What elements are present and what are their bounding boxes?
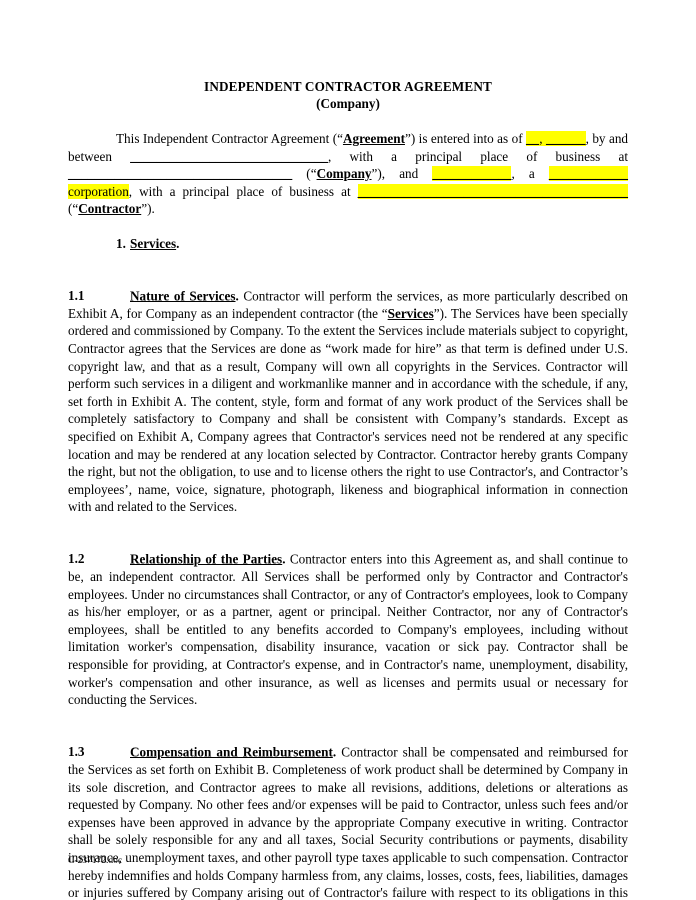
subsection-1-3: 1.3 Compensation and Reimbursement. Contr… bbox=[68, 726, 628, 900]
preamble-text-7: ”), and bbox=[371, 166, 433, 182]
defined-term-contractor: Contractor bbox=[78, 201, 142, 217]
document-page: INDEPENDENT CONTRACTOR AGREEMENT (Compan… bbox=[0, 0, 696, 900]
preamble-paragraph: This Independent Contractor Agreement (“… bbox=[68, 130, 628, 218]
defined-term-agreement: Agreement bbox=[342, 131, 405, 146]
subsection-number-label: 1.2 bbox=[68, 551, 85, 567]
preamble-text-12: ”). bbox=[141, 201, 155, 217]
subsection-number-1-1: 1.1 bbox=[68, 270, 130, 305]
blank-company-name[interactable]: ______________________________ bbox=[130, 149, 328, 164]
subsection-body-1-1-cont: ”). The Services have been specially ord… bbox=[68, 305, 628, 515]
preamble-text-10: , with a principal place of business at bbox=[128, 183, 358, 199]
subsection-title-1-2: Relationship of the Parties bbox=[130, 551, 283, 567]
subsection-body-1-3: Contractor shall be compensated and reim… bbox=[68, 744, 628, 900]
blank-date-year[interactable]: ______ bbox=[546, 131, 586, 146]
word-corporation: corporation bbox=[68, 183, 129, 199]
preamble-text-6: (“ bbox=[292, 166, 317, 182]
section-title-1: Services bbox=[130, 235, 177, 251]
section-number-1: 1. bbox=[68, 235, 130, 253]
subsection-number-1-2: 1.2 bbox=[68, 533, 130, 568]
preamble-text-3: , bbox=[539, 131, 546, 146]
subsection-1-1: 1.1 Nature of Services. Contractor will p… bbox=[68, 270, 628, 516]
preamble-text-1: This Independent Contractor Agreement (“ bbox=[116, 131, 343, 146]
document-body: INDEPENDENT CONTRACTOR AGREEMENT (Compan… bbox=[68, 78, 628, 900]
section-heading-1: 1. Services. bbox=[68, 235, 628, 253]
section-title-suffix: . bbox=[176, 235, 180, 251]
blank-contractor-name[interactable]: ____________ bbox=[432, 166, 512, 182]
defined-term-company: Company bbox=[316, 166, 372, 182]
blank-contractor-address[interactable]: ________________________________________… bbox=[357, 183, 628, 199]
subsection-title-1-3: Compensation and Reimbursement bbox=[130, 744, 333, 760]
preamble-text-2: ”) is entered into as of bbox=[404, 131, 527, 146]
subsection-title-1-1: Nature of Services bbox=[130, 288, 236, 304]
subsection-number-label: 1.3 bbox=[68, 744, 85, 760]
subsection-1-2: 1.2 Relationship of the Parties. Contract… bbox=[68, 533, 628, 709]
subsection-number-1-3: 1.3 bbox=[68, 726, 130, 761]
defined-term-services: Services bbox=[387, 305, 434, 321]
page-footer: C-237172.doc bbox=[68, 856, 123, 866]
section-number-label: 1. bbox=[116, 235, 126, 251]
preamble-text-8: , a bbox=[511, 166, 549, 182]
blank-company-address[interactable]: __________________________________ bbox=[68, 166, 292, 181]
page-subtitle: (Company) bbox=[316, 96, 380, 111]
subsection-body-1-2: Contractor enters into this Agreement as… bbox=[68, 551, 628, 708]
subsection-number-label: 1.1 bbox=[68, 288, 85, 304]
preamble-text-5: , with a principal place of business at bbox=[327, 148, 628, 164]
page-title: INDEPENDENT CONTRACTOR AGREEMENT bbox=[204, 79, 492, 94]
blank-state[interactable]: ____________ bbox=[548, 166, 628, 182]
preamble-text-11: (“ bbox=[68, 201, 79, 217]
blank-date-day[interactable]: __ bbox=[526, 131, 540, 146]
